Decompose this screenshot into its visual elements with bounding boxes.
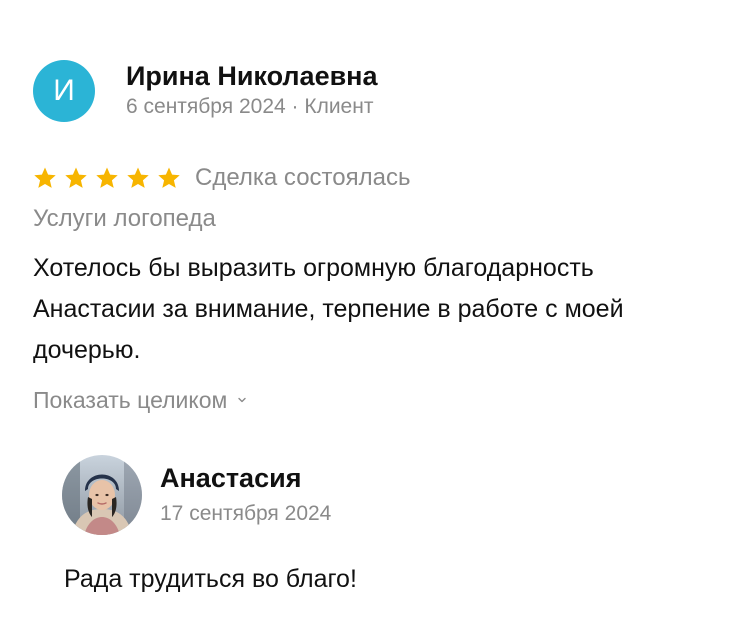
deal-status: Сделка состоялась [195, 164, 411, 191]
avatar[interactable]: И [33, 60, 95, 122]
service-name: Услуги логопеда [33, 205, 216, 232]
author-block: Ирина Николаевна 6 сентября 2024 · Клиен… [126, 61, 378, 121]
star-rating [33, 166, 188, 190]
star-icon [34, 167, 56, 188]
star-icon [65, 167, 87, 188]
reply-author-block: Анастасия 17 сентября 2024 [160, 462, 331, 528]
review-meta: 6 сентября 2024 · Клиент [126, 95, 374, 118]
star-icon [96, 167, 118, 188]
review-card: И Ирина Николаевна 6 сентября 2024 · Кли… [33, 60, 723, 415]
star-icon [127, 167, 149, 188]
review-text: Хотелось бы выразить огромную благодарно… [33, 254, 624, 364]
chevron-down-icon [238, 397, 247, 403]
reply-author-name[interactable]: Анастасия [160, 462, 331, 494]
reply-text: Рада трудиться во благо! [64, 565, 357, 593]
reply-card: Анастасия 17 сентября 2024 Рада трудитьс… [62, 455, 702, 596]
show-more-button[interactable]: Показать целиком [33, 385, 723, 415]
reply-date: 17 сентября 2024 [160, 502, 332, 525]
reply-header: Анастасия 17 сентября 2024 [62, 455, 702, 535]
rating-row: Сделка состоялась [33, 162, 723, 194]
avatar-letter: И [53, 74, 75, 107]
person-photo-icon [62, 455, 142, 535]
star-icon [158, 167, 180, 188]
show-more-label: Показать целиком [33, 387, 228, 413]
review-header: И Ирина Николаевна 6 сентября 2024 · Кли… [33, 60, 723, 122]
reply-avatar[interactable] [62, 455, 142, 535]
author-name[interactable]: Ирина Николаевна [126, 61, 378, 91]
